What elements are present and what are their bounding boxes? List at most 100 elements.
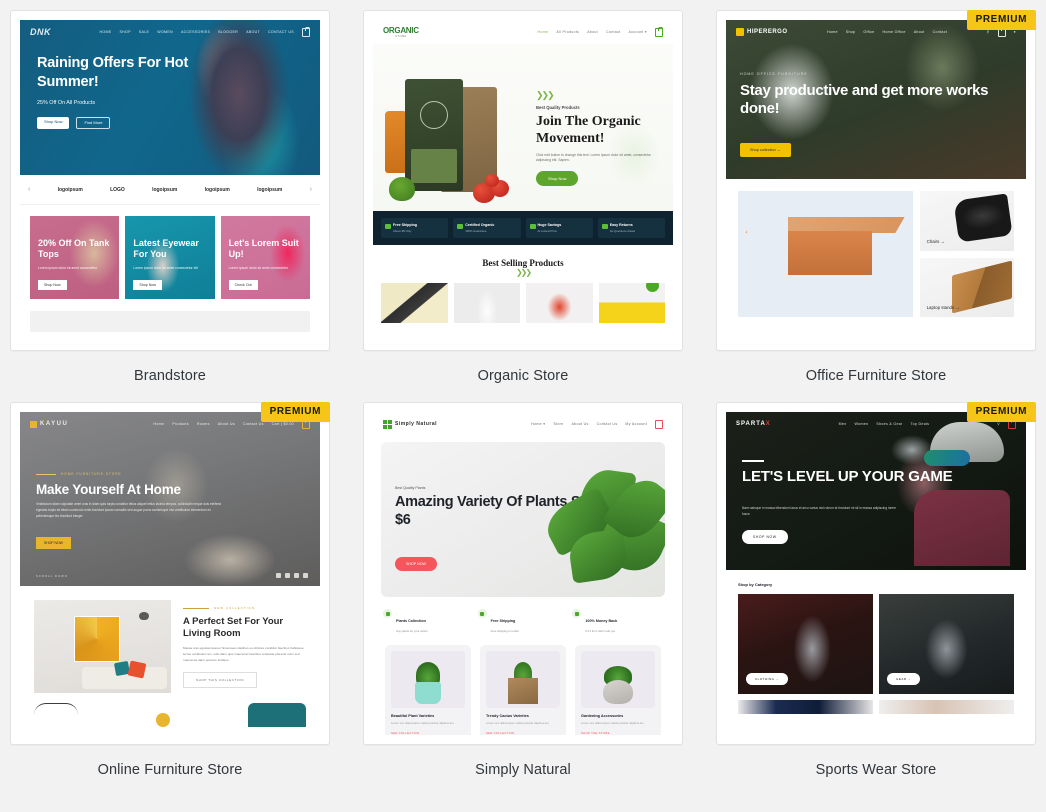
nav-link[interactable]: About Us: [218, 422, 235, 426]
nav-link[interactable]: CONTACT US: [268, 30, 294, 34]
shop-now-button[interactable]: SHOP NOW: [742, 530, 788, 544]
nav-link[interactable]: Contact: [606, 30, 621, 34]
product-card[interactable]: Beautiful Plant Varieties Lorem nec ulla…: [385, 645, 471, 735]
nav-link[interactable]: Store: [553, 422, 563, 426]
nav-link[interactable]: Products: [172, 422, 189, 426]
youtube-icon[interactable]: [303, 573, 308, 578]
category-card-wooden-desk[interactable]: Wooden desk →: [738, 191, 913, 317]
template-cell-office-furniture-store[interactable]: PREMIUM HIPERERGO Home Shop Office Home …: [716, 10, 1036, 402]
template-card[interactable]: SPARTAX Men Women Shoes & Gear Top Deals…: [716, 402, 1036, 745]
nav-link[interactable]: Contact Us: [597, 422, 618, 426]
carousel-next-icon[interactable]: ›: [310, 186, 312, 193]
nav-link[interactable]: About: [914, 30, 925, 34]
instagram-icon[interactable]: [294, 573, 299, 578]
carousel-prev-icon[interactable]: ‹: [28, 186, 30, 193]
hero-subtext: 25% Off On All Products: [37, 100, 96, 107]
template-cell-online-furniture-store[interactable]: PREMIUM KAYUU Home Products Rooms About …: [10, 402, 330, 796]
promo-card[interactable]: 20% Off On Tank Tops Lorem ipsum dolor s…: [30, 216, 120, 299]
category-card-clothing[interactable]: CLOTHING →: [738, 594, 873, 694]
nav-link[interactable]: Women: [855, 422, 869, 426]
shopping-bag-icon[interactable]: [302, 26, 310, 37]
nav-link[interactable]: ACCESSORIES: [181, 30, 210, 34]
facebook-icon[interactable]: [276, 573, 281, 578]
search-icon[interactable]: ⚲: [987, 30, 990, 34]
template-cell-brandstore[interactable]: DNK HOME SHOP SALE WOMEN ACCESSORIES BLO…: [10, 10, 330, 402]
plant-icon: [383, 609, 392, 618]
promo-button[interactable]: Check Out: [228, 280, 258, 290]
shop-collection-button[interactable]: SHOP THIS COLLECTION: [183, 671, 258, 688]
template-card[interactable]: ORGANIC STORE Home All Products About Co…: [363, 10, 683, 351]
product-link[interactable]: SEE COLLECTION: [486, 731, 560, 735]
user-icon[interactable]: ●: [1014, 30, 1016, 34]
template-cell-simply-natural[interactable]: Simply Natural Home ▾ Store About Us Con…: [363, 402, 683, 796]
nav-link[interactable]: Home: [153, 422, 164, 426]
promo-button[interactable]: Shop Now: [38, 280, 67, 290]
nav-link[interactable]: Contact: [933, 30, 948, 34]
nav-link[interactable]: Home ▾: [531, 422, 545, 426]
partner-logo: LOGO: [110, 186, 125, 193]
product-card[interactable]: Gardening Accessories Lorem nec ullamcor…: [575, 645, 661, 735]
nav-link[interactable]: Shop: [846, 30, 856, 34]
nav-link[interactable]: SHOP: [119, 30, 130, 34]
find-more-button[interactable]: Find More: [76, 117, 111, 130]
shopping-bag-icon[interactable]: [655, 26, 663, 37]
template-card[interactable]: Simply Natural Home ▾ Store About Us Con…: [363, 402, 683, 745]
nav-link[interactable]: Home Office: [882, 30, 905, 34]
promo-card[interactable]: Latest Eyewear For You Lorem ipsum dolor…: [125, 216, 215, 299]
promo-card[interactable]: Let's Lorem Suit Up! Lorem ipsum dolor s…: [220, 216, 310, 299]
hero-kicker: Best Quality Products: [536, 105, 580, 110]
category-label[interactable]: GEAR →: [887, 673, 921, 685]
hero-kicker: Best Quality Plants: [395, 486, 426, 490]
brand-logo: HIPERERGO: [736, 28, 788, 36]
feature-item: Easy Returns No Questions Asked: [597, 218, 665, 238]
section-paragraph: Massa cras egestas laoreet himenaeos dap…: [183, 646, 304, 663]
promo-desc: Lorem ipsum dolor sit amet consectetur e…: [133, 266, 198, 270]
nav-link[interactable]: Home: [827, 30, 838, 34]
twitter-icon[interactable]: [285, 573, 290, 578]
category-label[interactable]: CLOTHING →: [746, 673, 789, 685]
product-thumb[interactable]: [453, 283, 520, 323]
nav-link[interactable]: ABOUT: [246, 30, 260, 34]
promo-button[interactable]: Shop Now: [133, 280, 162, 290]
nav-link[interactable]: WOMEN: [157, 30, 173, 34]
nav-link[interactable]: Rooms: [197, 422, 210, 426]
nav-link[interactable]: Home: [538, 30, 549, 34]
shop-now-button[interactable]: Shop Now: [37, 117, 70, 130]
nav-link[interactable]: Account ▾: [629, 30, 648, 34]
nav-link[interactable]: HOME: [99, 30, 111, 34]
template-card[interactable]: HIPERERGO Home Shop Office Home Office A…: [716, 10, 1036, 351]
product-desc: Lorem nec ullamcorper mattis pulvinar da…: [581, 721, 645, 725]
template-cell-sports-wear-store[interactable]: PREMIUM SPARTAX Men Women Shoes & Gear T…: [716, 402, 1036, 796]
shop-collection-button[interactable]: Shop collection →: [740, 143, 791, 157]
template-card[interactable]: DNK HOME SHOP SALE WOMEN ACCESSORIES BLO…: [10, 10, 330, 351]
product-link[interactable]: SHOP THE STORE: [581, 731, 655, 735]
product-link[interactable]: SEE COLLECTION: [391, 731, 465, 735]
nav-link[interactable]: Men: [839, 422, 847, 426]
hero-paragraph: Click edit button to change this text. L…: [536, 152, 651, 163]
nav-link[interactable]: Office: [863, 30, 874, 34]
nav-link[interactable]: About: [587, 30, 598, 34]
template-cell-organic-store[interactable]: ORGANIC STORE Home All Products About Co…: [363, 10, 683, 402]
nav-link[interactable]: SALE: [139, 30, 149, 34]
nav-link[interactable]: Contact Us: [243, 422, 264, 426]
shop-now-button[interactable]: SHOP NOW: [395, 557, 437, 571]
cart-total-link[interactable]: Cart | $0.00: [272, 422, 294, 426]
product-thumb[interactable]: [598, 283, 665, 323]
nav-link[interactable]: About Us: [571, 422, 588, 426]
category-card-gear[interactable]: GEAR →: [879, 594, 1014, 694]
product-thumb[interactable]: [381, 283, 448, 323]
nav-link[interactable]: All Products: [556, 30, 579, 34]
category-card-laptop-stands[interactable]: Laptop stands →: [919, 257, 1014, 317]
shop-now-button[interactable]: Shop Now: [536, 171, 579, 187]
nav-link[interactable]: BLOGGER: [218, 30, 238, 34]
product-card[interactable]: Trendy Cactus Varieties Lorem nec ullamc…: [480, 645, 566, 735]
shop-now-button[interactable]: SHOP NOW: [36, 537, 71, 549]
shopping-bag-icon[interactable]: [655, 419, 663, 429]
nav-link[interactable]: My Account: [625, 422, 647, 426]
category-card-chairs[interactable]: Chairs →: [919, 191, 1014, 251]
product-thumb[interactable]: [526, 283, 593, 323]
brand-sub: STORE: [394, 33, 407, 38]
template-card[interactable]: KAYUU Home Products Rooms About Us Conta…: [10, 402, 330, 745]
brand-name: SPARTA: [736, 421, 766, 427]
next-section-preview: [726, 694, 1026, 714]
